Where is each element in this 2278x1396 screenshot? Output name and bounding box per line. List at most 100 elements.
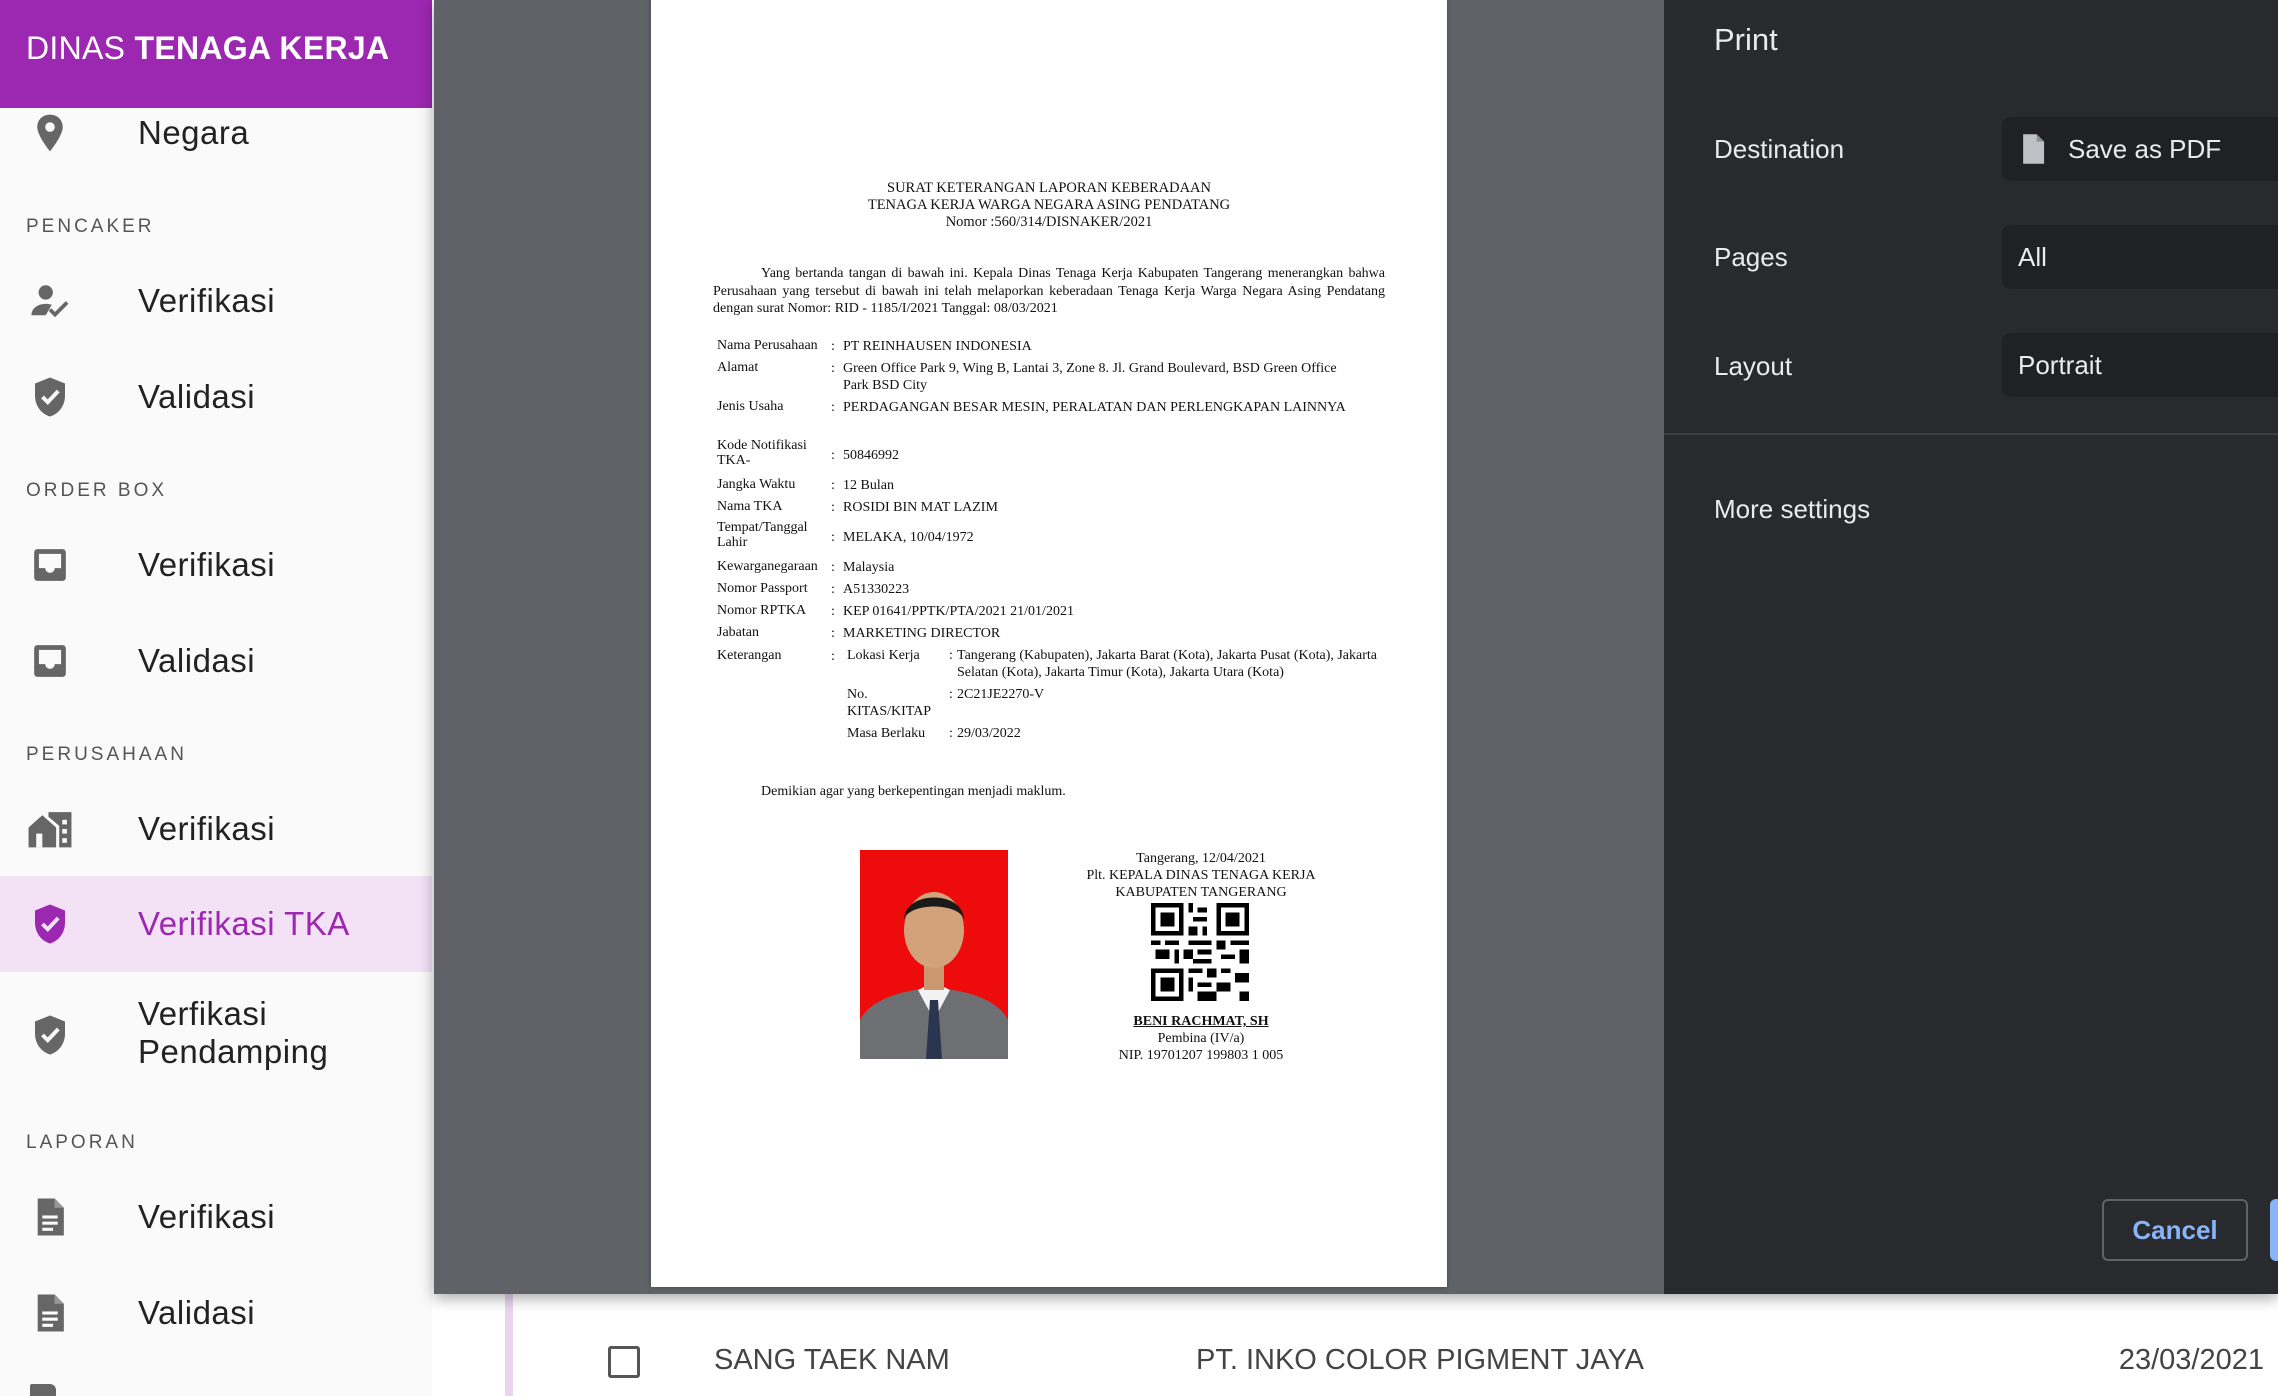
field-label: Jangka Waktu [717,477,796,492]
destination-label: Destination [1714,134,1845,164]
sidebar-item-pencaker-validasi[interactable]: Validasi [0,366,432,428]
doc-number: Nomor :560/314/DISNAKER/2021 [945,214,1153,230]
sidebar-item-negara[interactable]: Negara [0,108,432,158]
print-settings-panel: Print Destination Save as PDF Pages All … [1664,0,2278,1294]
field-value: 50846992 [843,448,899,463]
company-cell: PT. INKO COLOR PIGMENT JAYA [1196,1344,1644,1376]
sidebar-item-verfikasi-pendamping[interactable]: Verfikasi Pendamping [0,990,432,1080]
tka-photo [860,850,1008,1059]
save-button[interactable] [2270,1199,2278,1261]
field-label: Kode Notifikasi TKA- [717,438,807,468]
field-value: Malaysia [843,560,895,575]
shield-check-icon [26,1011,74,1059]
keterangan-value: Tangerang (Kabupaten), Jakarta Barat (Ko… [957,648,1377,680]
shield-check-icon [26,900,74,948]
sidebar-item-perusahaan-verifikasi[interactable]: Verifikasi [0,798,432,860]
signature-rank: Pembina (IV/a) [1157,1031,1245,1046]
field-label: Jenis Usaha [717,399,784,414]
app-brand[interactable]: DINAS TENAGA KERJA [0,0,432,108]
pages-value: All [2018,241,2047,272]
sidebar-item-label: Validasi [138,378,256,415]
sidebar-item-label: Negara [138,114,250,151]
sidebar-item-laporan-verifikasi[interactable]: Verifikasi [0,1186,432,1248]
company-building-icon [26,805,74,853]
field-value: 12 Bulan [843,478,894,493]
field-value: MARKETING DIRECTOR [843,626,1001,641]
print-preview-area[interactable]: SURAT KETERANGAN LAPORAN KEBERADAAN TENA… [434,0,1664,1294]
document-icon [2020,133,2046,165]
tka-name-cell: SANG TAEK NAM [714,1344,950,1376]
signature-name: BENI RACHMAT, SH [1133,1014,1269,1029]
field-value: ROSIDI BIN MAT LAZIM [843,500,998,515]
section-laporan: LAPORAN [26,1132,138,1153]
section-order-box: ORDER BOX [26,480,168,501]
field-label: Nama TKA [717,499,783,514]
keterangan-value: 2C21JE2270-V [957,687,1045,702]
keterangan-colon: : [949,726,953,741]
sidebar-edge [505,1290,513,1396]
field-colon: : [831,649,835,664]
signature-nip: NIP. 19701207 199803 1 005 [1118,1048,1284,1063]
doc-title-line-2: TENAGA KERJA WARGA NEGARA ASING PENDATAN… [867,197,1231,213]
sidebar-item-label: Verfikasi Pendamping [138,995,328,1071]
sidebar-item-orderbox-validasi[interactable]: Validasi [0,630,432,692]
field-colon: : [831,530,835,545]
field-value: Green Office Park 9, Wing B, Lantai 3, Z… [843,361,1337,393]
location-pin-icon [26,108,74,158]
layout-select[interactable]: Portrait [2002,333,2278,397]
cancel-button[interactable]: Cancel [2102,1199,2248,1261]
sidebar-item-label: Verifikasi [138,810,276,847]
field-label: Keterangan [717,648,782,663]
qr-code [1151,903,1249,1001]
signature-place-date: Tangerang, 12/04/2021 [1136,851,1266,866]
field-label: Tempat/Tanggal Lahir [717,520,808,550]
table-row[interactable]: SANG TAEK NAM PT. INKO COLOR PIGMENT JAY… [570,1290,2278,1396]
keterangan-colon: : [949,648,953,663]
closing-statement: Demikian agar yang berkepentingan menjad… [761,784,1066,799]
sidebar-item-label: Verifikasi [138,546,276,583]
date-cell: 23/03/2021 [2118,1344,2264,1376]
destination-value: Save as PDF [2068,133,2222,164]
field-value: KEP 01641/PPTK/PTA/2021 21/01/2021 [843,604,1074,619]
doc-title-line-1: SURAT KETERANGAN LAPORAN KEBERADAAN [887,180,1211,196]
pages-select[interactable]: All [2002,225,2278,289]
field-value: A51330223 [843,582,910,597]
signature-position-1: Plt. KEPALA DINAS TENAGA KERJA [1086,868,1316,883]
sidebar-item-label: Validasi [138,1294,256,1331]
document-icon [26,1193,74,1241]
section-perusahaan: PERUSAHAAN [26,744,187,765]
document-icon [26,1289,74,1337]
doc-intro-paragraph: Yang bertanda tangan di bawah ini. Kepal… [713,266,1385,316]
keterangan-label: Masa Berlaku [847,726,926,741]
keterangan-value: 29/03/2022 [957,726,1021,741]
more-settings-toggle[interactable]: More settings [1714,494,1870,525]
sidebar-item-label: Verifikasi TKA [138,905,350,942]
document-icon [30,1384,56,1396]
signature-position-2: KABUPATEN TANGERANG [1115,885,1287,900]
sidebar-item-verifikasi-tka[interactable]: Verifikasi TKA [0,876,432,972]
layout-label: Layout [1714,351,1793,381]
field-value: PT REINHAUSEN INDONESIA [843,339,1032,354]
field-label: Jabatan [717,625,759,640]
sidebar-item-laporan-validasi[interactable]: Validasi [0,1282,432,1344]
shield-check-icon [26,373,74,421]
field-label: Alamat [717,360,759,375]
field-colon: : [831,500,835,515]
field-label: Kewarganegaraan [717,559,818,574]
destination-select[interactable]: Save as PDF [2002,117,2278,181]
field-label: Nomor Passport [717,581,808,596]
field-colon: : [831,361,835,376]
sidebar-item-pencaker-verifikasi[interactable]: Verifikasi [0,270,432,332]
pages-label: Pages [1714,242,1788,272]
field-value: PERDAGANGAN BESAR MESIN, PERALATAN DAN P… [843,400,1346,415]
label-line-1: Verfikasi [138,995,268,1032]
field-colon: : [831,582,835,597]
field-colon: : [831,339,835,354]
row-checkbox[interactable] [608,1346,640,1378]
sidebar-item-orderbox-verifikasi[interactable]: Verifikasi [0,534,432,596]
sidebar: DINAS TENAGA KERJA Negara PENCAKER Verif… [0,0,432,1396]
brand-bold: TENAGA KERJA [134,30,390,66]
inbox-icon [26,541,74,589]
print-title: Print [1714,22,1778,57]
keterangan-colon: : [949,687,953,702]
